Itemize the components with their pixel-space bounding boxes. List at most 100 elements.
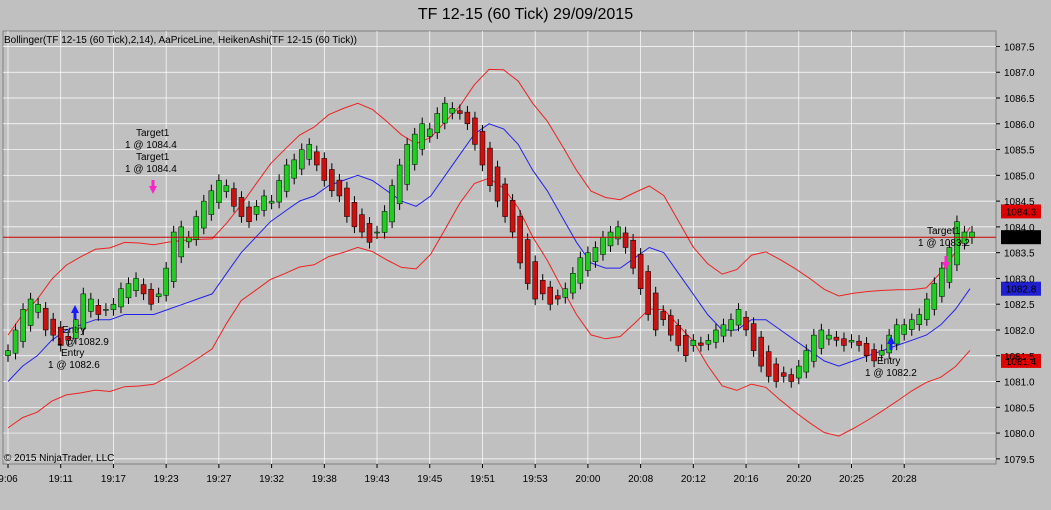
y-tick-label-0: 1079.5 [1004, 455, 1035, 466]
candle-body [442, 102, 448, 124]
x-tick-label-8: 19:45 [417, 474, 442, 485]
candle-body [125, 283, 132, 299]
candle-body [698, 342, 704, 346]
x-tick-label-14: 20:16 [734, 474, 759, 485]
candle-body [939, 267, 945, 297]
candle-body [20, 309, 26, 342]
y-tick-label-9: 1084.0 [1004, 223, 1035, 234]
x-axis: 9:06 19:11 19:17 19:23 19:27 19:32 19:38 19:43 1… [0, 464, 917, 485]
copyright: © 2015 NinjaTrader, LLC [4, 453, 114, 464]
candle-body [713, 329, 719, 343]
candle-body [238, 197, 245, 217]
candle-body [668, 315, 674, 336]
y-tick-label-7: 1083.0 [1004, 274, 1035, 285]
candle-body [306, 144, 312, 160]
candle-body [856, 340, 862, 346]
candle-body [645, 271, 651, 315]
candle-body [758, 336, 764, 367]
candle-body [788, 374, 794, 382]
candle-body [893, 324, 900, 345]
x-tick-label-17: 20:28 [892, 474, 917, 485]
candle-body [329, 169, 335, 192]
candle-body [675, 325, 682, 346]
candle-body [818, 329, 825, 349]
y-tick-label-11: 1085.0 [1004, 171, 1035, 182]
x-tick-label-12: 20:08 [628, 474, 653, 485]
candle-body [50, 318, 56, 336]
candle-body [728, 319, 734, 331]
candle-body [223, 185, 230, 192]
candle-body [494, 166, 501, 202]
x-tick-label-4: 19:27 [206, 474, 231, 485]
candle-body [871, 349, 877, 362]
candle-body [848, 340, 855, 343]
candle-body [630, 239, 636, 269]
candle-body [291, 159, 297, 179]
candle-body [208, 190, 215, 215]
annotation-entry-3-detail: 1 @ 1082.2 [865, 368, 917, 379]
x-tick-label-10: 19:53 [523, 474, 548, 485]
candle-body [404, 144, 410, 185]
candle-body [577, 257, 584, 284]
candle-body [103, 309, 109, 311]
candle-body [298, 149, 305, 170]
annotation-target-3-label: Target1 [927, 226, 961, 237]
annotation-entry-2-detail: 1 @ 1082.6 [48, 360, 100, 371]
candle-body [253, 206, 260, 215]
x-tick-label-6: 19:38 [312, 474, 337, 485]
y-tick-label-1: 1080.0 [1004, 429, 1035, 440]
candle-body [532, 261, 538, 300]
x-tick-label-3: 19:23 [154, 474, 179, 485]
candle-body [140, 284, 147, 295]
candle-body [509, 200, 516, 233]
candle-body [660, 311, 666, 320]
candle-body [231, 188, 237, 207]
candle-body [110, 303, 117, 310]
candle-body [555, 295, 561, 300]
candle-body [42, 307, 49, 331]
candle-body [585, 252, 591, 271]
candle-body [773, 363, 779, 382]
x-tick-label-13: 20:12 [681, 474, 706, 485]
candle-body [193, 216, 200, 240]
candle-body [750, 323, 757, 351]
candle-body [502, 183, 508, 217]
candle-body [592, 247, 599, 262]
candle-body [359, 214, 365, 233]
candle-body [841, 338, 847, 346]
candle-body [570, 273, 576, 294]
candle-body [118, 288, 124, 308]
candle-body [539, 280, 546, 295]
candle-body [434, 113, 441, 133]
candle-body [381, 211, 388, 233]
y-tick-label-2: 1080.5 [1004, 403, 1035, 414]
candle-body [863, 343, 870, 357]
candle-body [201, 200, 207, 229]
price-badge-label-1: 1083.8 [1006, 233, 1037, 244]
x-tick-label-11: 20:00 [575, 474, 600, 485]
candle-body [170, 231, 177, 282]
candle-body [720, 324, 727, 337]
candle-body [524, 239, 531, 284]
annotation-entry-1-label: Entry [62, 325, 85, 336]
candle-body [27, 298, 34, 326]
candle-body [457, 110, 463, 114]
candle-body [12, 329, 19, 354]
y-tick-label-13: 1086.0 [1004, 120, 1035, 131]
candle-body [931, 283, 938, 310]
candle-body [826, 334, 832, 340]
chart[interactable]: 1084.31083.81082.81081.4 1079.51080.0108… [0, 0, 1051, 510]
y-tick-label-14: 1086.5 [1004, 94, 1035, 105]
candle-body [95, 304, 102, 315]
y-tick-label-3: 1081.0 [1004, 378, 1035, 389]
candle-body [155, 293, 162, 297]
candle-body [464, 111, 471, 125]
annotation-entry-3-label: Entry [877, 356, 900, 367]
y-tick-label-8: 1083.5 [1004, 249, 1035, 260]
annotation-target-3-detail: 1 @ 1083.2 [918, 238, 970, 249]
candle-body [133, 278, 139, 291]
y-tick-label-15: 1087.0 [1004, 68, 1035, 79]
x-tick-label-9: 19:51 [470, 474, 495, 485]
y-tick-label-6: 1082.5 [1004, 300, 1035, 311]
y-axis: 1079.5 1080.0 1080.5 1081.0 1081.5 1082.0 1082… [996, 42, 1035, 466]
